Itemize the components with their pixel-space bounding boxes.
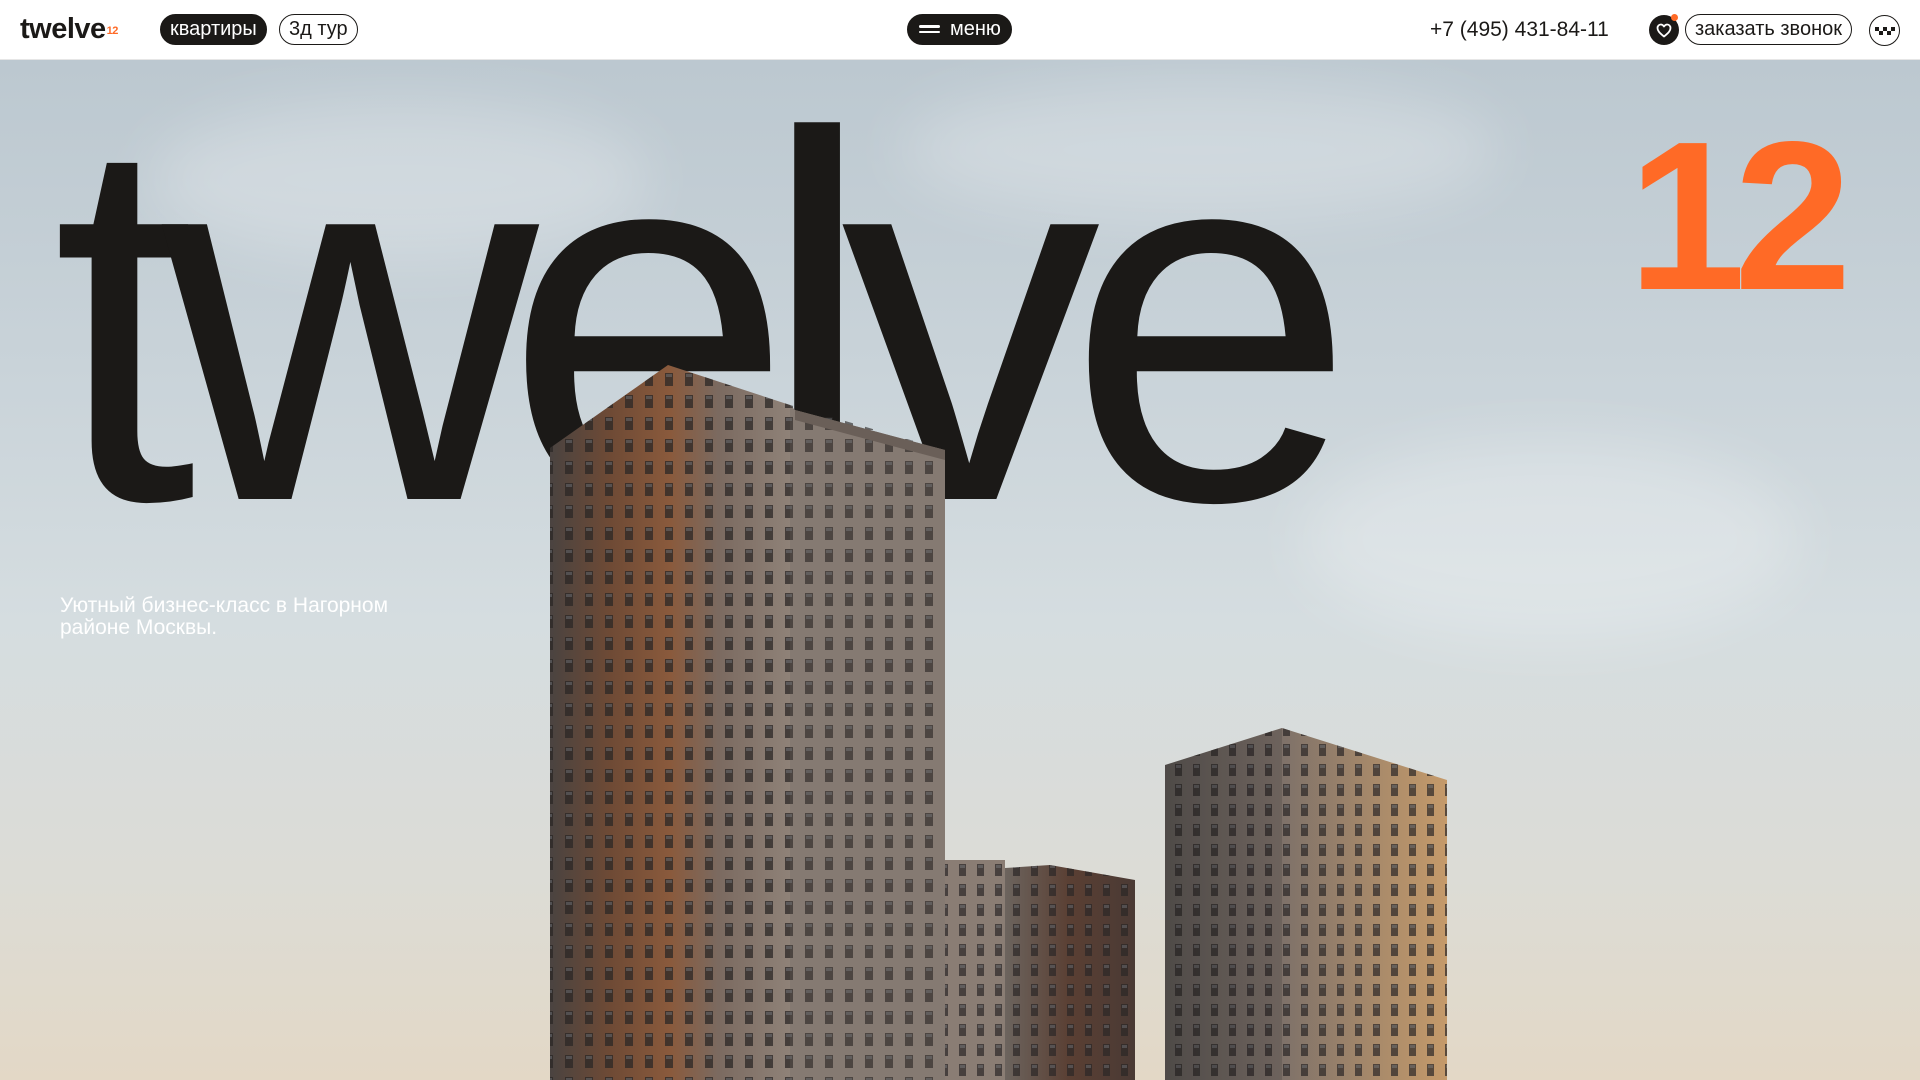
menu-label: меню (950, 18, 1001, 40)
hero-tagline: Уютный бизнес-класс в Нагорном районе Мо… (60, 594, 389, 639)
heart-icon (1656, 23, 1672, 37)
phone-link[interactable]: +7 (495) 431-84-11 (1430, 16, 1609, 44)
nav-3d-tour-label: 3д тур (289, 18, 348, 40)
nav-apartments-label: квартиры (170, 18, 257, 40)
site-logo[interactable]: twelve12 (20, 13, 118, 45)
menu-icon (919, 25, 940, 34)
logo-text: twelve (20, 13, 106, 45)
menu-button[interactable]: меню (907, 14, 1012, 45)
taxi-button[interactable] (1869, 15, 1900, 46)
callback-label: заказать звонок (1695, 18, 1842, 40)
hero-section: twelve 12 Уютный бизнес-класс в Нагорном… (0, 60, 1920, 1080)
callback-button[interactable]: заказать звонок (1685, 14, 1852, 45)
favorites-badge-dot (1671, 14, 1678, 21)
buildings-illustration (550, 365, 1447, 1080)
site-header: twelve12 квартиры 3д тур меню +7 (495) 4… (0, 0, 1920, 60)
logo-sup: 12 (106, 25, 119, 37)
taxi-icon (1874, 26, 1895, 35)
nav-3d-tour-button[interactable]: 3д тур (279, 14, 358, 45)
nav-apartments-button[interactable]: квартиры (160, 14, 267, 45)
